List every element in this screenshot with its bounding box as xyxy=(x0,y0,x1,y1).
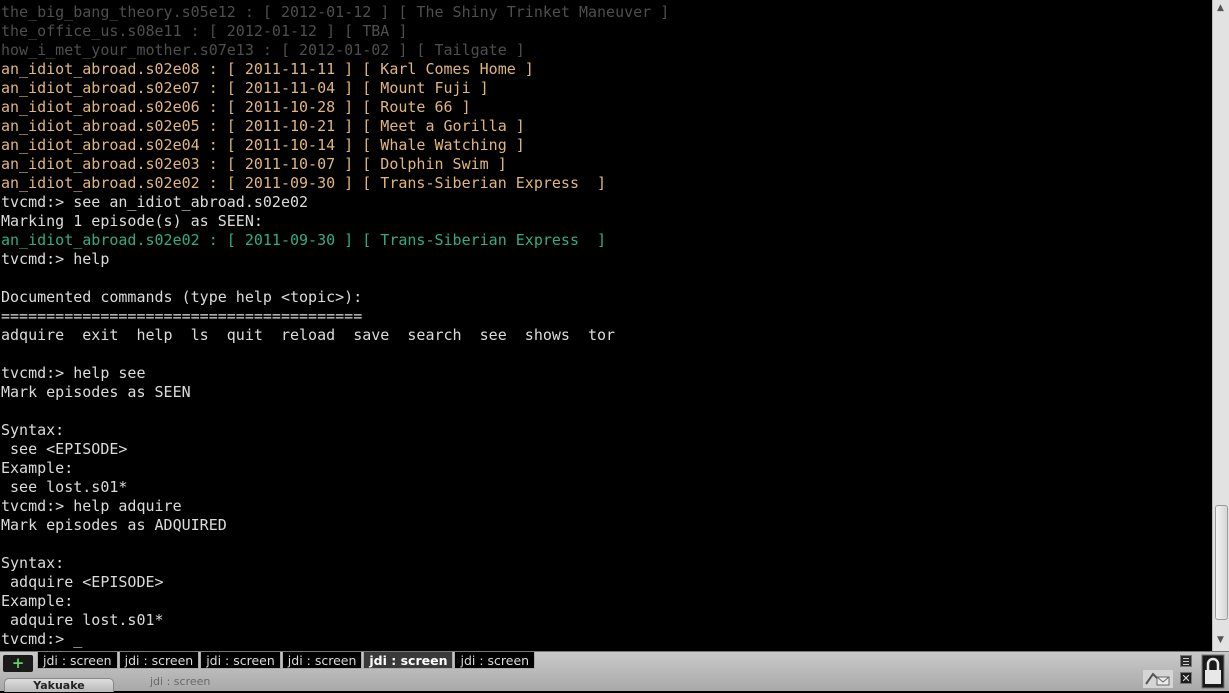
terminal-line: Documented commands (type help <topic>): xyxy=(1,288,363,306)
tab-session[interactable]: jdi : screen xyxy=(200,652,281,669)
terminal-line: an_idiot_abroad.s02e04 : [ 2011-10-14 ] … xyxy=(1,136,525,154)
terminal-line: how_i_met_your_mother.s07e13 : [ 2012-01… xyxy=(1,41,525,59)
settings-icon[interactable] xyxy=(1143,670,1173,688)
tab-session[interactable]: jdi : screen xyxy=(454,652,536,669)
new-tab-button[interactable]: + xyxy=(3,655,33,672)
yakuake-tab-bar: + jdi : screen jdi : screen jdi : screen jd… xyxy=(0,651,1229,692)
terminal-line: tvcmd:> help xyxy=(1,250,110,268)
lock-icon[interactable] xyxy=(1201,654,1225,689)
app-label[interactable]: Yakuake xyxy=(4,678,114,692)
scroll-up-icon[interactable]: ▲ xyxy=(1215,2,1226,14)
tab-session[interactable]: jdi : screen xyxy=(37,652,118,669)
terminal-line: tvcmd:> see an_idiot_abroad.s02e02 xyxy=(1,193,309,211)
terminal-scrollbar[interactable]: ▲ ▼ xyxy=(1212,0,1229,651)
terminal-line: see <EPISODE> xyxy=(1,440,128,458)
close-icon[interactable]: ✕ xyxy=(1180,672,1192,685)
terminal-line: see lost.s01* xyxy=(1,478,128,496)
tab-active-session[interactable]: jdi : screen xyxy=(363,652,454,669)
terminal-line: an_idiot_abroad.s02e06 : [ 2011-10-28 ] … xyxy=(1,98,471,116)
terminal-line: adquire <EPISODE> xyxy=(1,573,164,591)
terminal-line: tvcmd:> help see xyxy=(1,364,146,382)
terminal-line: adquire exit help ls quit reload save se… xyxy=(1,326,616,344)
session-title: jdi : screen xyxy=(150,675,211,688)
terminal-line: adquire lost.s01* xyxy=(1,611,164,629)
terminal-line: an_idiot_abroad.s02e02 : [ 2011-09-30 ] … xyxy=(1,231,607,249)
session-tabs: jdi : screen jdi : screen jdi : screen jdi … xyxy=(37,652,536,669)
terminal-line: an_idiot_abroad.s02e02 : [ 2011-09-30 ] … xyxy=(1,174,607,192)
terminal-line: Syntax: xyxy=(1,421,65,439)
terminal-line: Example: xyxy=(1,459,74,477)
terminal-line: tvcmd:> help adquire xyxy=(1,497,182,515)
terminal-line: an_idiot_abroad.s02e05 : [ 2011-10-21 ] … xyxy=(1,117,525,135)
terminal-line: Marking 1 episode(s) as SEEN: xyxy=(1,212,263,230)
terminal-line: Mark episodes as ADQUIRED xyxy=(1,516,227,534)
terminal-line: an_idiot_abroad.s02e07 : [ 2011-11-04 ] … xyxy=(1,79,489,97)
terminal-line: tvcmd:> _ xyxy=(1,630,83,648)
scroll-down-icon[interactable]: ▼ xyxy=(1215,634,1226,646)
terminal-line: ======================================== xyxy=(1,307,363,325)
terminal-line: the_big_bang_theory.s05e12 : [ 2012-01-1… xyxy=(1,3,670,21)
tab-session[interactable]: jdi : screen xyxy=(281,652,363,669)
terminal-line: Mark episodes as SEEN xyxy=(1,383,191,401)
terminal-line: an_idiot_abroad.s02e08 : [ 2011-11-11 ] … xyxy=(1,60,534,78)
scrollbar-thumb[interactable] xyxy=(1215,505,1228,620)
terminal-line: an_idiot_abroad.s02e03 : [ 2011-10-07 ] … xyxy=(1,155,507,173)
terminal-view[interactable]: the_big_bang_theory.s05e12 : [ 2012-01-1… xyxy=(0,0,1212,651)
terminal-line: Example: xyxy=(1,592,74,610)
terminal-line: the_office_us.s08e11 : [ 2012-01-12 ] [ … xyxy=(1,22,408,40)
tab-session[interactable]: jdi : screen xyxy=(118,652,200,669)
terminal-line: Syntax: xyxy=(1,554,65,572)
menu-icon[interactable] xyxy=(1180,655,1192,667)
terminal-output: the_big_bang_theory.s05e12 : [ 2012-01-1… xyxy=(1,3,669,649)
